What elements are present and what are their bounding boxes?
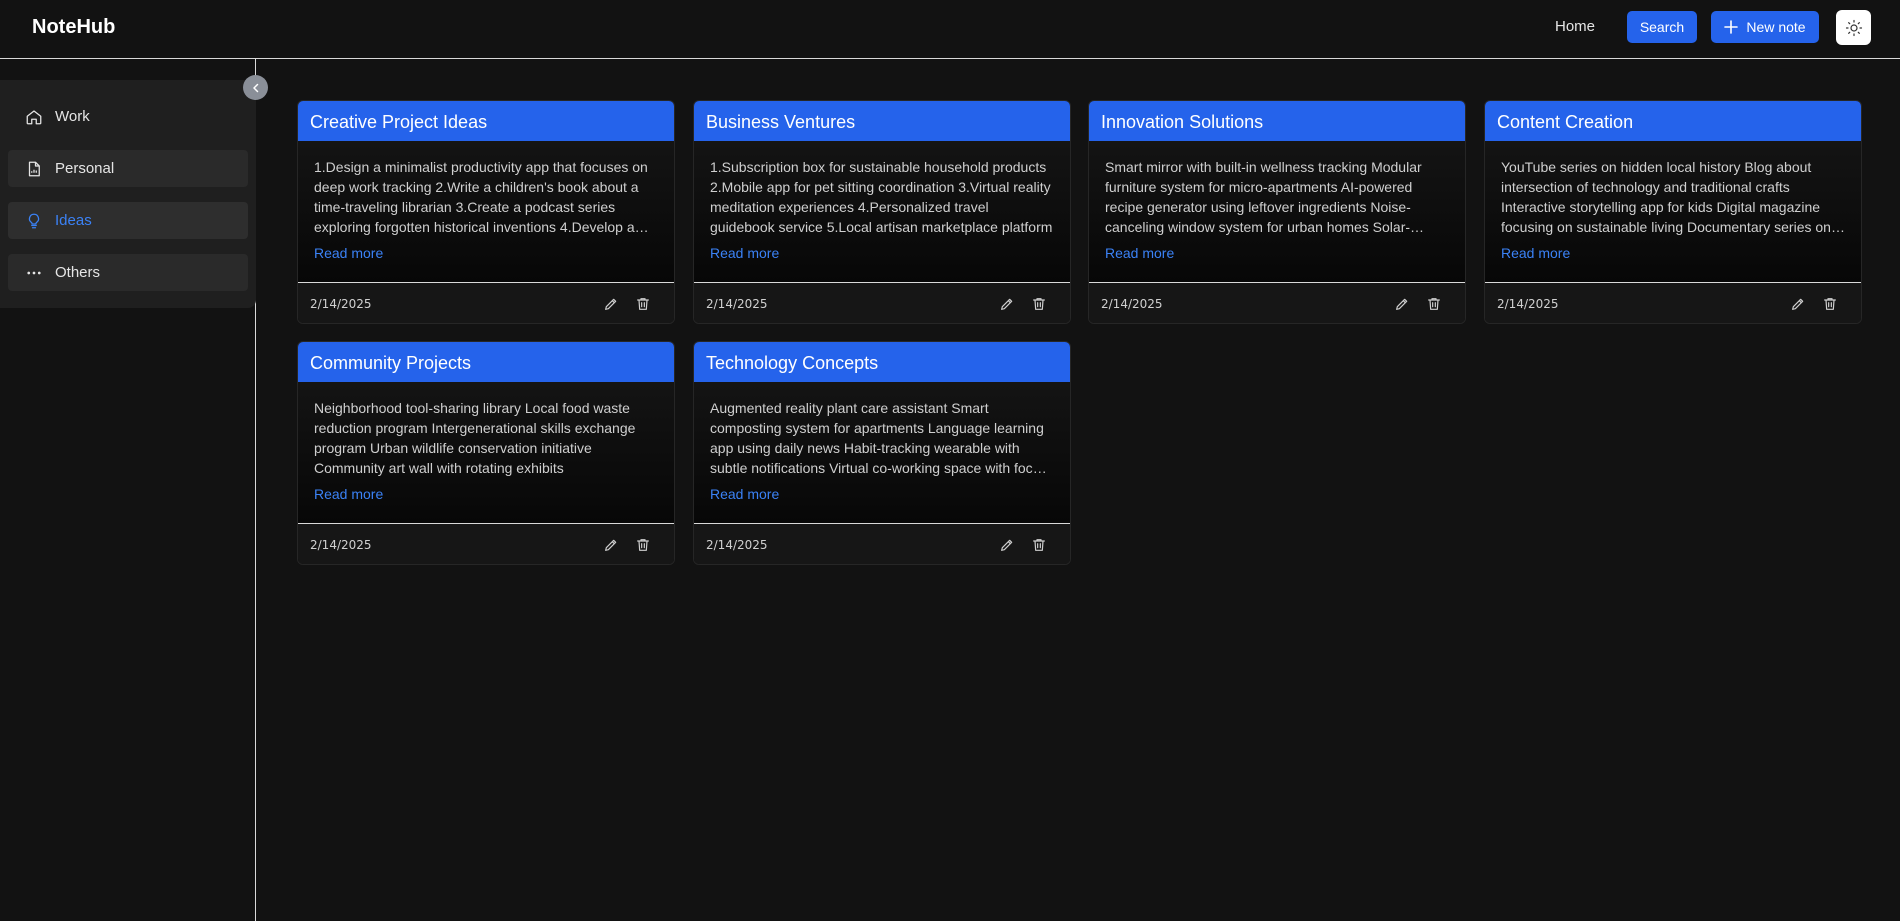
sidebar-item-label: Ideas <box>55 212 92 229</box>
pencil-icon[interactable] <box>1393 295 1411 313</box>
note-preview: 1.Design a minimalist productivity app t… <box>314 159 648 235</box>
pencil-icon[interactable] <box>998 536 1016 554</box>
pencil-icon[interactable] <box>602 536 620 554</box>
note-preview: YouTube series on hidden local history B… <box>1501 159 1831 235</box>
note-title[interactable]: Innovation Solutions <box>1089 101 1465 141</box>
sidebar-item-label: Personal <box>55 160 115 177</box>
sidebar-item-personal[interactable]: Personal <box>8 150 248 187</box>
note-title[interactable]: Content Creation <box>1485 101 1861 141</box>
note-card: Content Creation YouTube series on hidde… <box>1484 100 1862 324</box>
home-icon <box>25 108 43 126</box>
read-more-link[interactable]: Read more <box>314 486 383 502</box>
note-preview: Smart mirror with built-in wellness trac… <box>1105 159 1422 235</box>
new-note-label: New note <box>1746 19 1806 35</box>
trash-icon[interactable] <box>1821 295 1839 313</box>
search-button[interactable]: Search <box>1627 11 1697 43</box>
sidebar-item-others[interactable]: Others <box>8 254 248 291</box>
note-card: Innovation Solutions Smart mirror with b… <box>1088 100 1466 324</box>
top-header: NoteHub Home Search New note <box>0 0 1900 59</box>
sidebar: Work Personal Ideas Others <box>0 80 256 308</box>
note-date: 2/14/2025 <box>706 297 768 311</box>
note-card: Technology Concepts Augmented reality pl… <box>693 341 1071 565</box>
sidebar-item-label: Others <box>55 264 101 281</box>
read-more-link[interactable]: Read more <box>1105 245 1174 261</box>
trash-icon[interactable] <box>1030 536 1048 554</box>
trash-icon[interactable] <box>1425 295 1443 313</box>
note-title[interactable]: Business Ventures <box>694 101 1070 141</box>
sidebar-item-label: Work <box>55 108 90 125</box>
note-preview: Augmented reality plant care assistant S… <box>710 400 1048 476</box>
note-card: Business Ventures 1.Subscription box for… <box>693 100 1071 324</box>
pencil-icon[interactable] <box>602 295 620 313</box>
theme-toggle-button[interactable] <box>1836 10 1871 45</box>
note-preview: Neighborhood tool-sharing library Local … <box>314 400 636 476</box>
note-title[interactable]: Creative Project Ideas <box>298 101 674 141</box>
trash-icon[interactable] <box>1030 295 1048 313</box>
read-more-link[interactable]: Read more <box>710 486 779 502</box>
trash-icon[interactable] <box>634 536 652 554</box>
note-date: 2/14/2025 <box>310 297 372 311</box>
plus-icon <box>1724 20 1739 34</box>
pencil-icon[interactable] <box>1789 295 1807 313</box>
note-date: 2/14/2025 <box>310 538 372 552</box>
sidebar-item-work[interactable]: Work <box>8 98 248 135</box>
brand-logo[interactable]: NoteHub <box>32 16 115 39</box>
document-chart-icon <box>25 160 43 178</box>
note-card: Community Projects Neighborhood tool-sha… <box>297 341 675 565</box>
read-more-link[interactable]: Read more <box>710 245 779 261</box>
note-date: 2/14/2025 <box>706 538 768 552</box>
note-card: Creative Project Ideas 1.Design a minima… <box>297 100 675 324</box>
sun-icon <box>1845 19 1862 36</box>
chevron-left-icon <box>252 83 258 92</box>
sidebar-collapse-button[interactable] <box>243 75 268 100</box>
new-note-button[interactable]: New note <box>1711 11 1819 43</box>
note-date: 2/14/2025 <box>1497 297 1559 311</box>
ellipsis-icon <box>25 264 43 282</box>
note-title[interactable]: Technology Concepts <box>694 342 1070 382</box>
nav-home-link[interactable]: Home <box>1555 18 1595 35</box>
pencil-icon[interactable] <box>998 295 1016 313</box>
trash-icon[interactable] <box>634 295 652 313</box>
note-preview: 1.Subscription box for sustainable house… <box>710 159 1053 235</box>
lightbulb-icon <box>25 212 43 230</box>
note-title[interactable]: Community Projects <box>298 342 674 382</box>
read-more-link[interactable]: Read more <box>1501 245 1570 261</box>
note-date: 2/14/2025 <box>1101 297 1163 311</box>
sidebar-item-ideas[interactable]: Ideas <box>8 202 248 239</box>
read-more-link[interactable]: Read more <box>314 245 383 261</box>
